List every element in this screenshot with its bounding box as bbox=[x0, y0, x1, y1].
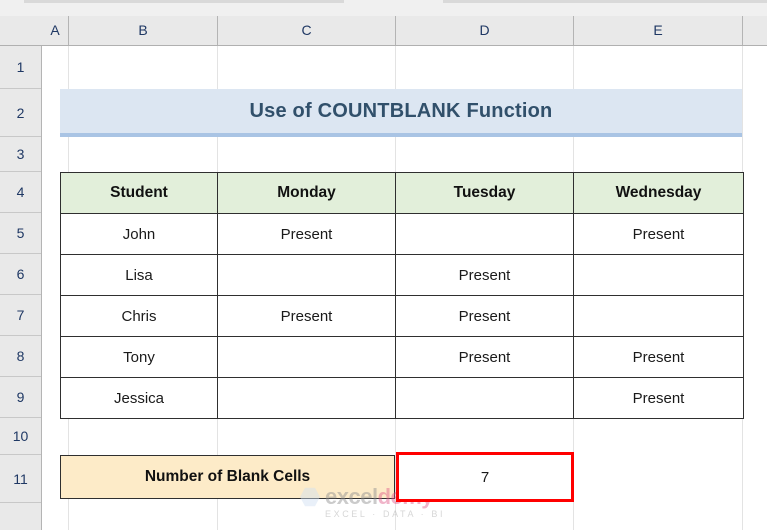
column-header-d[interactable]: D bbox=[396, 16, 574, 45]
row-header-5[interactable]: 5 bbox=[0, 213, 41, 254]
cell-student[interactable]: Chris bbox=[60, 295, 218, 337]
blank-cells-label-cell[interactable]: Number of Blank Cells bbox=[60, 455, 395, 499]
sheet-title-text: Use of COUNTBLANK Function bbox=[249, 99, 553, 122]
cell-monday[interactable] bbox=[217, 336, 396, 378]
toolbar-strip bbox=[0, 0, 767, 17]
toolbar-strip-segment bbox=[24, 0, 344, 3]
column-header-e[interactable]: E bbox=[574, 16, 743, 45]
cell-wednesday[interactable]: Present bbox=[573, 336, 744, 378]
column-header-monday[interactable]: Monday bbox=[217, 172, 396, 214]
table-row: Chris Present Present bbox=[60, 295, 744, 337]
worksheet-grid[interactable]: Use of COUNTBLANK Function Student Monda… bbox=[43, 46, 767, 530]
table-row: Jessica Present bbox=[60, 377, 744, 419]
row-header-11[interactable]: 11 bbox=[0, 455, 41, 503]
row-header-partial[interactable] bbox=[0, 503, 41, 530]
cell-monday[interactable]: Present bbox=[217, 213, 396, 255]
cell-tuesday[interactable]: Present bbox=[395, 295, 574, 337]
column-header-wednesday[interactable]: Wednesday bbox=[573, 172, 744, 214]
column-header-tuesday[interactable]: Tuesday bbox=[395, 172, 574, 214]
row-header-column: 1 2 3 4 5 6 7 8 9 10 11 bbox=[0, 46, 42, 530]
cell-student[interactable]: John bbox=[60, 213, 218, 255]
cell-student[interactable]: Tony bbox=[60, 336, 218, 378]
blank-cells-value-text: 7 bbox=[480, 468, 490, 486]
cell-wednesday[interactable]: Present bbox=[573, 213, 744, 255]
cell-student[interactable]: Lisa bbox=[60, 254, 218, 296]
attendance-table: Student Monday Tuesday Wednesday John Pr… bbox=[60, 172, 744, 419]
table-row: Lisa Present bbox=[60, 254, 744, 296]
toolbar-strip-segment bbox=[443, 0, 767, 3]
row-header-8[interactable]: 8 bbox=[0, 336, 41, 377]
row-header-2[interactable]: 2 bbox=[0, 89, 41, 137]
cell-tuesday[interactable] bbox=[395, 213, 574, 255]
cell-wednesday[interactable] bbox=[573, 295, 744, 337]
cell-tuesday[interactable] bbox=[395, 377, 574, 419]
table-row: Tony Present Present bbox=[60, 336, 744, 378]
row-header-1[interactable]: 1 bbox=[0, 46, 41, 89]
excel-sheet-screenshot: A B C D E 1 2 3 4 5 6 7 8 9 10 11 Use of… bbox=[0, 0, 767, 530]
column-header-student[interactable]: Student bbox=[60, 172, 218, 214]
cell-monday[interactable] bbox=[217, 254, 396, 296]
blank-cells-value-cell[interactable]: 7 bbox=[396, 452, 574, 502]
table-row: John Present Present bbox=[60, 213, 744, 255]
row-header-9[interactable]: 9 bbox=[0, 377, 41, 418]
column-header-b[interactable]: B bbox=[69, 16, 218, 45]
row-header-3[interactable]: 3 bbox=[0, 137, 41, 172]
blank-cells-label-text: Number of Blank Cells bbox=[144, 468, 311, 485]
cell-tuesday[interactable]: Present bbox=[395, 336, 574, 378]
cell-wednesday[interactable] bbox=[573, 254, 744, 296]
cell-wednesday[interactable]: Present bbox=[573, 377, 744, 419]
row-header-4[interactable]: 4 bbox=[0, 172, 41, 213]
row-header-7[interactable]: 7 bbox=[0, 295, 41, 336]
column-header-a[interactable]: A bbox=[42, 16, 69, 45]
cell-monday[interactable]: Present bbox=[217, 295, 396, 337]
table-header-row: Student Monday Tuesday Wednesday bbox=[60, 172, 744, 214]
column-header-band: A B C D E bbox=[0, 16, 767, 46]
row-header-6[interactable]: 6 bbox=[0, 254, 41, 295]
sheet-title-banner: Use of COUNTBLANK Function bbox=[60, 89, 742, 137]
cell-tuesday[interactable]: Present bbox=[395, 254, 574, 296]
cell-student[interactable]: Jessica bbox=[60, 377, 218, 419]
row-header-10[interactable]: 10 bbox=[0, 418, 41, 455]
column-header-c[interactable]: C bbox=[218, 16, 396, 45]
cell-monday[interactable] bbox=[217, 377, 396, 419]
